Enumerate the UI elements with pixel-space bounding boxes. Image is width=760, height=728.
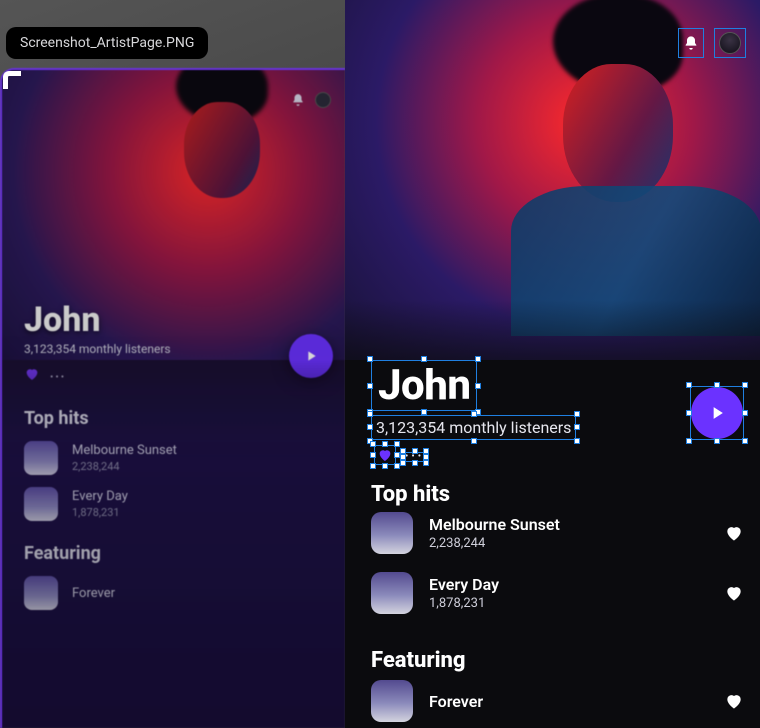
- foreground-phone-preview: John 3,123,354 monthly listeners: [345, 0, 760, 728]
- more-options-icon[interactable]: •••: [405, 453, 424, 461]
- track-plays: 2,238,244: [429, 536, 708, 551]
- section-title-top-hits: Top hits: [371, 482, 450, 507]
- favorite-heart-icon[interactable]: [724, 583, 744, 603]
- selection-box[interactable]: John: [371, 360, 477, 411]
- favorite-heart-icon[interactable]: [724, 691, 744, 711]
- notification-bell-icon[interactable]: [678, 28, 704, 58]
- selection-box[interactable]: 3,123,354 monthly listeners: [371, 415, 576, 440]
- crop-corner-handle[interactable]: [3, 71, 21, 89]
- avatar[interactable]: [714, 28, 746, 58]
- play-button[interactable]: [691, 387, 743, 439]
- track-artwork: [371, 680, 413, 722]
- artist-name: John: [372, 361, 476, 410]
- background-phone-preview: John 3,123,354 monthly listeners ••• Top…: [0, 68, 345, 728]
- track-row[interactable]: Melbourne Sunset 2,238,244: [371, 512, 744, 554]
- track-title: Forever: [429, 692, 708, 711]
- track-title: Every Day: [429, 575, 708, 594]
- track-title: Melbourne Sunset: [429, 515, 708, 534]
- track-artwork: [371, 512, 413, 554]
- selection-box[interactable]: •••: [404, 452, 425, 462]
- track-artwork: [371, 572, 413, 614]
- monthly-listeners-label: 3,123,354 monthly listeners: [372, 416, 575, 439]
- selection-box[interactable]: [374, 445, 396, 465]
- track-plays: 1,878,231: [429, 596, 708, 611]
- track-row[interactable]: Forever: [371, 680, 744, 722]
- track-row[interactable]: Every Day 1,878,231: [371, 572, 744, 614]
- favorite-heart-icon[interactable]: [724, 523, 744, 543]
- favorite-heart-icon[interactable]: [375, 446, 395, 464]
- section-title-featuring: Featuring: [371, 648, 466, 673]
- selection-box[interactable]: [690, 386, 744, 440]
- filename-chip: Screenshot_ArtistPage.PNG: [6, 27, 208, 59]
